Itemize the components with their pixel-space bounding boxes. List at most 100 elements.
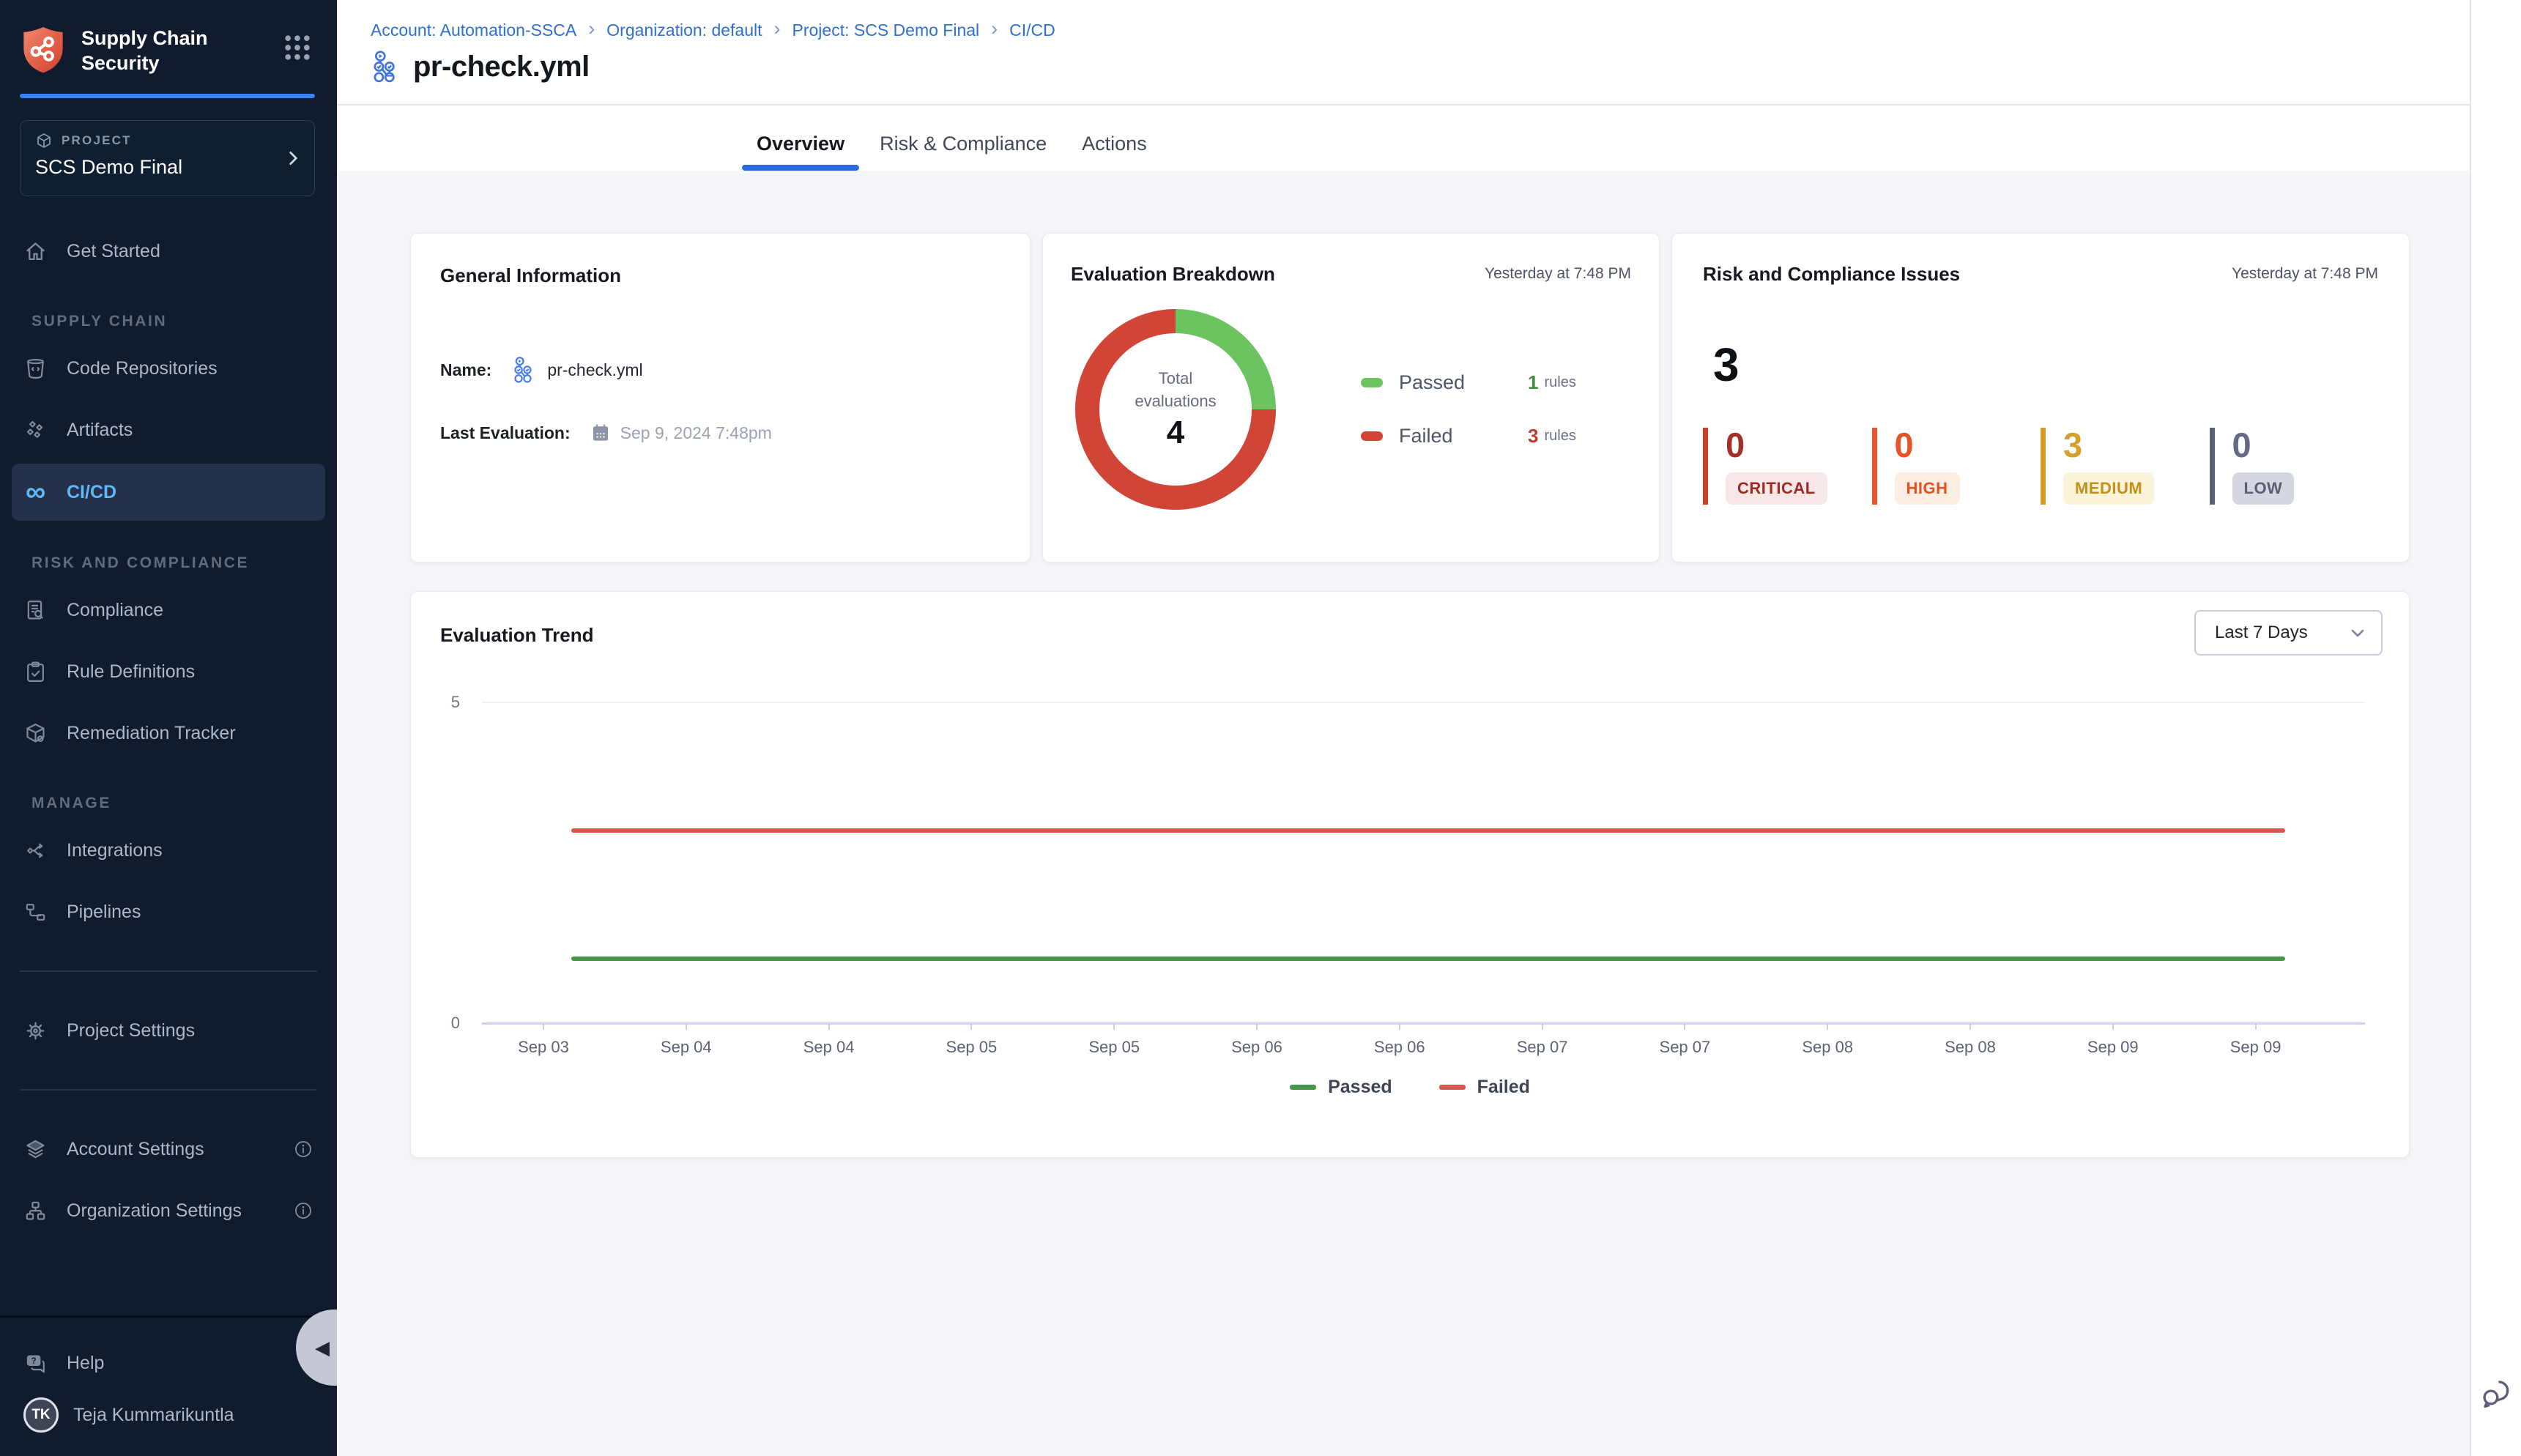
y-axis-label: 5 xyxy=(451,693,460,712)
sidebar-item-organization-settings[interactable]: Organization Settings xyxy=(12,1189,325,1232)
section-label-risk-and-compliance: RISK AND COMPLIANCE xyxy=(31,554,337,572)
chat-bubbles-icon[interactable] xyxy=(2479,1377,2513,1411)
sidebar-item-label: Rule Definitions xyxy=(67,661,195,683)
sidebar-item-rule-definitions[interactable]: Rule Definitions xyxy=(12,650,325,693)
info-icon[interactable] xyxy=(293,1139,313,1159)
clipboard-check-icon xyxy=(23,660,48,684)
sidebar-item-integrations[interactable]: Integrations xyxy=(12,829,325,872)
section-label-supply-chain: SUPPLY CHAIN xyxy=(31,313,337,330)
total-issues-count: 3 xyxy=(1713,341,2378,388)
evaluation-trend-card: Evaluation Trend Last 7 Days Sep 03Sep 0… xyxy=(410,591,2410,1158)
help-chat-icon: ? xyxy=(23,1351,48,1375)
name-value: pr-check.yml xyxy=(547,360,642,380)
breadcrumb-separator-icon: › xyxy=(991,19,998,42)
sidebar-item-artifacts[interactable]: Artifacts xyxy=(12,409,325,451)
trend-legend-label: Passed xyxy=(1328,1077,1392,1098)
trend-legend-item: Passed xyxy=(1290,1077,1392,1098)
collapse-arrow-icon: ◀ xyxy=(315,1337,330,1359)
x-axis-label: Sep 05 xyxy=(946,1038,998,1057)
breadcrumb-account[interactable]: Account: Automation-SSCA xyxy=(371,21,576,40)
x-axis-tick xyxy=(1256,1023,1258,1030)
project-selector[interactable]: PROJECT SCS Demo Final xyxy=(20,120,315,196)
donut-center-label: evaluations xyxy=(1135,392,1216,410)
trend-legend-item: Failed xyxy=(1439,1077,1530,1098)
compliance-document-icon xyxy=(23,598,48,623)
x-axis-label: Sep 09 xyxy=(2230,1038,2281,1057)
sidebar-header: Supply Chain Security xyxy=(0,0,337,76)
severity-count: 0 xyxy=(1895,428,2041,462)
right-rail xyxy=(2470,0,2521,1456)
x-axis-label: Sep 08 xyxy=(1945,1038,1996,1057)
sidebar-item-label: Integrations xyxy=(67,840,163,861)
sidebar-item-get-started[interactable]: Get Started xyxy=(12,230,325,272)
header-divider xyxy=(337,104,2470,105)
sidebar-item-label: Pipelines xyxy=(67,902,141,923)
breadcrumb-separator-icon: › xyxy=(588,19,595,42)
x-axis-label: Sep 06 xyxy=(1231,1038,1282,1057)
sidebar-item-label: Code Repositories xyxy=(67,358,218,379)
evaluation-breakdown-card: Evaluation Breakdown Yesterday at 7:48 P… xyxy=(1042,233,1660,562)
card-title: General Information xyxy=(440,264,621,287)
breakdown-legend-item: Passed 1 rules xyxy=(1361,371,1576,394)
severity-badge: HIGH xyxy=(1895,472,1960,505)
x-axis-tick xyxy=(2255,1023,2257,1030)
avatar: TK xyxy=(23,1397,59,1433)
home-icon xyxy=(23,239,48,264)
x-axis-label: Sep 06 xyxy=(1374,1038,1425,1057)
sidebar-item-account-settings[interactable]: Account Settings xyxy=(12,1128,325,1170)
trend-plot: Sep 03Sep 04Sep 04Sep 05Sep 05Sep 06Sep … xyxy=(473,702,2365,1023)
name-label: Name: xyxy=(440,360,491,380)
trend-legend-swatch xyxy=(1439,1085,1466,1090)
tab-bar: Overview Risk & Compliance Actions xyxy=(739,117,1165,171)
risk-compliance-issues-card: Risk and Compliance Issues Yesterday at … xyxy=(1671,233,2410,562)
general-information-card: General Information Name: pr-chec xyxy=(410,233,1031,562)
user-name: Teja Kummarikuntla xyxy=(73,1405,234,1426)
chevron-right-icon xyxy=(283,149,302,168)
sidebar-item-cicd[interactable]: ∞ CI/CD xyxy=(12,464,325,521)
date-range-select[interactable]: Last 7 Days xyxy=(2194,610,2383,655)
project-cube-icon xyxy=(35,132,53,149)
x-axis-label: Sep 03 xyxy=(518,1038,569,1057)
app-root: Supply Chain Security PROJECT SCS Dem xyxy=(0,0,2521,1456)
x-axis-tick xyxy=(828,1023,830,1030)
sidebar-item-project-settings[interactable]: Project Settings xyxy=(12,1009,325,1052)
info-icon[interactable] xyxy=(293,1200,313,1221)
x-axis-label: Sep 08 xyxy=(1802,1038,1853,1057)
app-switcher-icon[interactable] xyxy=(281,31,315,64)
sidebar-item-remediation-tracker[interactable]: Remediation Tracker xyxy=(12,712,325,754)
last-evaluation-row: Last Evaluation: Sep 9, 2024 7:48pm xyxy=(440,422,1000,444)
severity-stat: 3 MEDIUM xyxy=(2041,428,2210,505)
x-axis-label: Sep 05 xyxy=(1088,1038,1140,1057)
x-axis-tick xyxy=(543,1023,544,1030)
artifacts-icon xyxy=(23,418,48,442)
tab-actions[interactable]: Actions xyxy=(1064,117,1165,171)
legend-label: Passed xyxy=(1399,371,1528,394)
sidebar-item-pipelines[interactable]: Pipelines xyxy=(12,891,325,933)
integrations-icon xyxy=(23,839,48,863)
sidebar-divider xyxy=(20,970,317,972)
breadcrumb-cicd[interactable]: CI/CD xyxy=(1009,21,1055,40)
user-menu[interactable]: TK Teja Kummarikuntla xyxy=(12,1394,325,1436)
x-axis-label: Sep 07 xyxy=(1660,1038,1711,1057)
sidebar-item-label: Help xyxy=(67,1353,104,1374)
date-range-value: Last 7 Days xyxy=(2215,623,2308,643)
legend-swatch xyxy=(1361,431,1383,441)
cicd-infinity-icon: ∞ xyxy=(23,480,48,505)
sidebar-item-label: Project Settings xyxy=(67,1020,195,1041)
donut-total: 4 xyxy=(1167,415,1184,451)
sidebar-item-help[interactable]: ? Help xyxy=(12,1342,325,1384)
tab-risk-compliance[interactable]: Risk & Compliance xyxy=(862,117,1064,171)
trend-legend-label: Failed xyxy=(1477,1077,1530,1098)
breakdown-legend: Passed 1 rules Failed 3 rules xyxy=(1361,371,1576,447)
x-axis-tick xyxy=(2112,1023,2114,1030)
calendar-icon xyxy=(590,422,612,444)
sidebar-item-code-repositories[interactable]: Code Repositories xyxy=(12,347,325,390)
breadcrumb-project[interactable]: Project: SCS Demo Final xyxy=(792,21,980,40)
x-axis-label: Sep 09 xyxy=(2087,1038,2139,1057)
name-row: Name: pr-check.yml xyxy=(440,354,1000,385)
pipelines-icon xyxy=(23,900,48,924)
sidebar-item-compliance[interactable]: Compliance xyxy=(12,589,325,631)
severity-count: 0 xyxy=(2232,428,2379,462)
tab-overview[interactable]: Overview xyxy=(739,117,862,171)
breadcrumb-organization[interactable]: Organization: default xyxy=(606,21,762,40)
